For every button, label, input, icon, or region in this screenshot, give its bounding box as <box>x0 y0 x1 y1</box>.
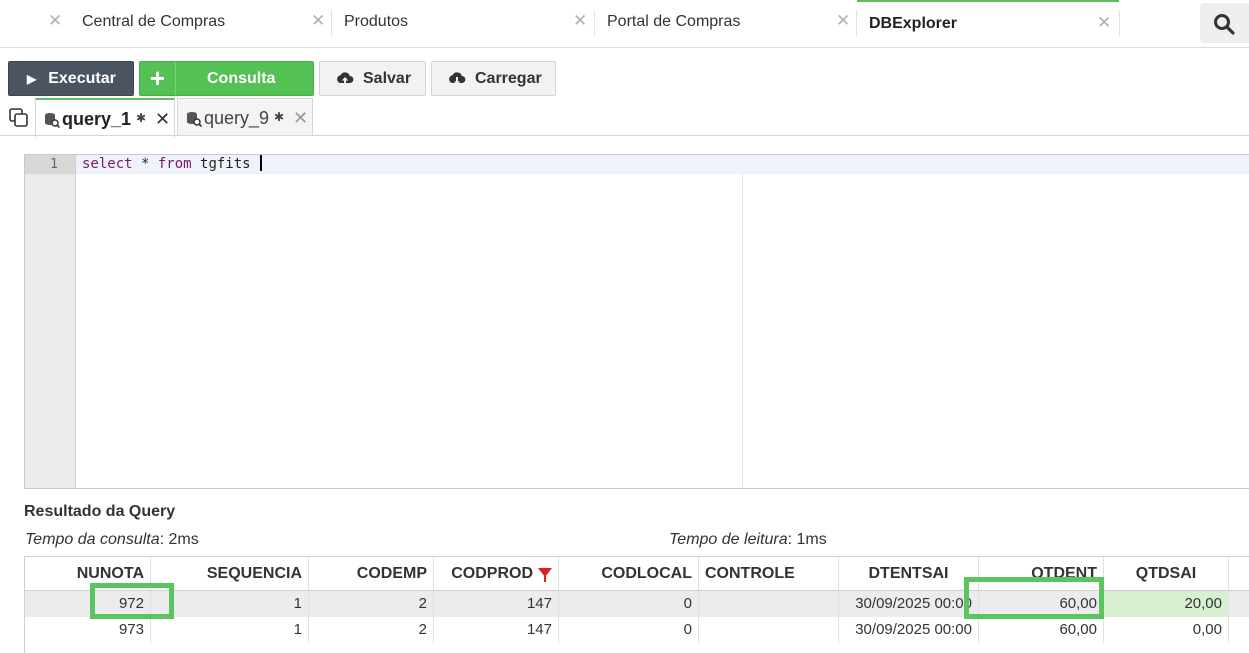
cell-codemp[interactable]: 2 <box>309 591 434 617</box>
sql-code-line[interactable]: select * from tgfits <box>82 155 263 174</box>
sql-text: tgfits <box>191 156 260 172</box>
tab-query-1[interactable]: query_1 ✱ ✕ <box>35 98 175 137</box>
sql-keyword: from <box>157 156 192 172</box>
column-header-sequencia[interactable]: SEQUENCIA <box>151 557 309 590</box>
app-tab-dbexplorer[interactable]: DBExplorer ✕ <box>857 0 1119 44</box>
cell-codemp[interactable]: 2 <box>309 617 434 643</box>
cell-controle[interactable] <box>699 617 839 643</box>
text-cursor <box>260 155 263 171</box>
column-header-codlocal[interactable]: CODLOCAL <box>559 557 699 590</box>
column-header-dtentsai[interactable]: DTENTSAI <box>839 557 979 590</box>
cell-sequencia[interactable]: 1 <box>151 617 309 643</box>
app-tab-central-de-compras[interactable]: ✕ Central de Compras ✕ <box>44 0 329 44</box>
cell-qtdent[interactable]: 60,00 <box>979 617 1104 643</box>
query-tab-label: query_1 <box>62 109 132 129</box>
query-time: Tempo da consulta: 2ms <box>25 531 199 549</box>
highlight-box-qtdent <box>964 577 1104 619</box>
app-tab-label: Portal de Compras <box>607 13 741 30</box>
filter-icon[interactable] <box>538 568 552 582</box>
new-query-button[interactable]: + Consulta <box>139 61 314 96</box>
app-tab-label: Produtos <box>344 13 409 30</box>
app-tab-label: DBExplorer <box>869 15 958 32</box>
search-button[interactable] <box>1200 3 1249 43</box>
query-time-value: : 2ms <box>159 531 199 548</box>
results-title: Resultado da Query <box>24 503 176 520</box>
cell-qtdsai[interactable]: 20,00 <box>1104 591 1229 617</box>
query-tab-label: query_9 <box>204 108 270 128</box>
database-search-icon <box>187 112 202 127</box>
cell-controle[interactable] <box>699 591 839 617</box>
new-query-label: Consulta <box>207 69 276 87</box>
close-icon[interactable]: ✕ <box>155 109 170 130</box>
close-icon[interactable]: ✕ <box>311 11 325 31</box>
execute-label: Executar <box>48 69 116 87</box>
unsaved-icon: ✱ <box>136 111 147 125</box>
cell-codprod[interactable]: 147 <box>434 617 559 643</box>
read-time: Tempo de leitura: 1ms <box>669 531 827 549</box>
close-icon[interactable]: ✕ <box>293 108 308 129</box>
copy-icon[interactable] <box>9 108 29 128</box>
column-header-codprod[interactable]: CODPROD <box>434 557 559 590</box>
column-header-controle[interactable]: CONTROLE <box>699 557 839 590</box>
line-number: 1 <box>25 155 75 174</box>
sql-keyword: select <box>82 156 133 172</box>
play-icon: ▶ <box>27 71 37 86</box>
query-time-label: Tempo da consulta <box>25 531 160 548</box>
cell-dtentsai[interactable]: 30/09/2025 00:00 <box>839 617 979 643</box>
database-search-icon <box>45 113 60 128</box>
cell-dtentsai[interactable]: 30/09/2025 00:00 <box>839 591 979 617</box>
sql-text: * <box>132 156 158 172</box>
sql-editor[interactable]: 1 select * from tgfits <box>24 154 1249 489</box>
read-time-value: : 1ms <box>787 531 827 548</box>
close-icon[interactable]: ✕ <box>836 11 850 31</box>
plus-icon: + <box>140 62 176 95</box>
app-tab-produtos[interactable]: Produtos ✕ <box>332 0 592 44</box>
cell-nunota[interactable]: 973 <box>25 617 151 643</box>
load-label: Carregar <box>475 69 542 87</box>
unsaved-icon: ✱ <box>274 110 285 124</box>
cell-codprod[interactable]: 147 <box>434 591 559 617</box>
cell-codlocal[interactable]: 0 <box>559 617 699 643</box>
save-button[interactable]: Salvar <box>319 61 426 96</box>
read-time-label: Tempo de leitura <box>669 531 788 548</box>
app-tab-bar: ✕ Central de Compras ✕ Produtos ✕ Portal… <box>0 0 1249 48</box>
execute-button[interactable]: ▶ Executar <box>8 61 134 96</box>
load-button[interactable]: Carregar <box>431 61 556 96</box>
close-icon[interactable]: ✕ <box>573 11 587 31</box>
cloud-download-icon <box>449 71 466 85</box>
search-icon <box>1214 14 1235 35</box>
cell-codlocal[interactable]: 0 <box>559 591 699 617</box>
close-icon[interactable]: ✕ <box>48 11 62 31</box>
highlight-box-nunota <box>90 583 174 619</box>
app-tab-portal-de-compras[interactable]: Portal de Compras ✕ <box>595 0 855 44</box>
app-tab-label: Central de Compras <box>82 13 226 30</box>
cell-sequencia[interactable]: 1 <box>151 591 309 617</box>
editor-gutter: 1 <box>25 155 76 488</box>
tab-query-9[interactable]: query_9 ✱ ✕ <box>177 98 313 136</box>
cell-qtdsai[interactable]: 0,00 <box>1104 617 1229 643</box>
cloud-upload-icon <box>337 71 354 85</box>
table-row[interactable]: 973 1 2 147 0 30/09/2025 00:00 60,00 0,0… <box>25 617 1249 643</box>
close-icon[interactable]: ✕ <box>1097 13 1111 33</box>
column-header-codemp[interactable]: CODEMP <box>309 557 434 590</box>
column-header-qtdsai[interactable]: QTDSAI <box>1104 557 1229 590</box>
save-label: Salvar <box>363 69 412 87</box>
